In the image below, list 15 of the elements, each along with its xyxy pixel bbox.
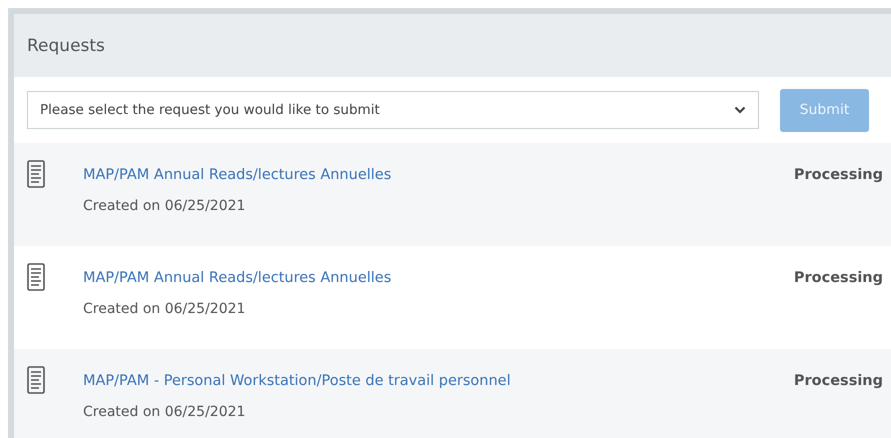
chevron-down-icon xyxy=(734,106,746,114)
request-link[interactable]: MAP/PAM Annual Reads/lectures Annuelles xyxy=(83,270,794,286)
panel-title: Requests xyxy=(27,36,105,56)
status-label: Processing xyxy=(794,270,883,286)
document-icon xyxy=(27,263,45,291)
status-label: Processing xyxy=(794,373,883,389)
document-icon xyxy=(27,160,45,188)
created-date: Created on 06/25/2021 xyxy=(83,301,246,317)
request-link[interactable]: MAP/PAM - Personal Workstation/Poste de travail personnel xyxy=(83,373,794,389)
request-link[interactable]: MAP/PAM Annual Reads/lectures Annuelles xyxy=(83,167,794,183)
document-icon xyxy=(27,366,45,394)
created-date: Created on 06/25/2021 xyxy=(83,404,246,420)
request-dropdown[interactable]: Please select the request you would like to submit xyxy=(27,91,759,129)
created-date: Created on 06/25/2021 xyxy=(83,198,246,214)
status-label: Processing xyxy=(794,167,883,183)
